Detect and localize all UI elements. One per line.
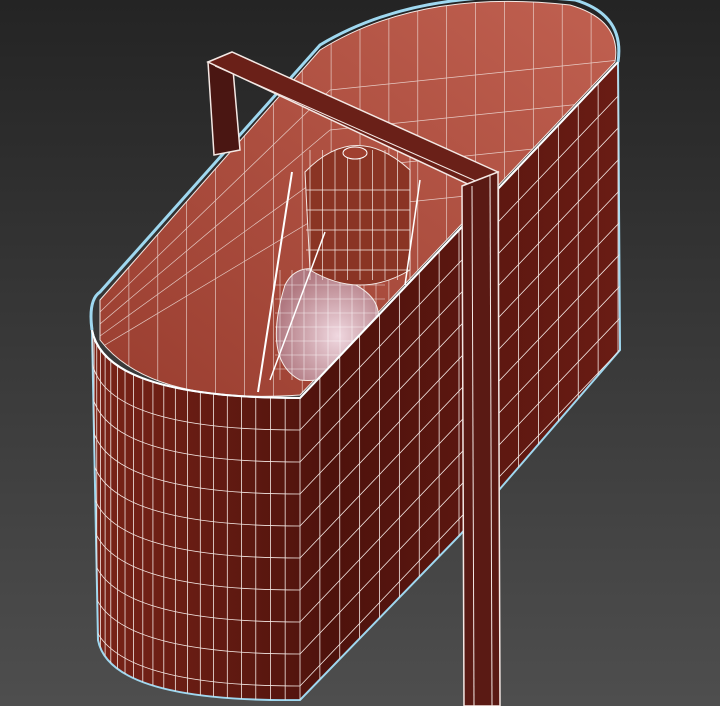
lamp-shade [304, 145, 411, 286]
3d-viewport[interactable] [0, 0, 720, 706]
stand-pole [461, 170, 501, 706]
lamp-socket [342, 146, 368, 160]
